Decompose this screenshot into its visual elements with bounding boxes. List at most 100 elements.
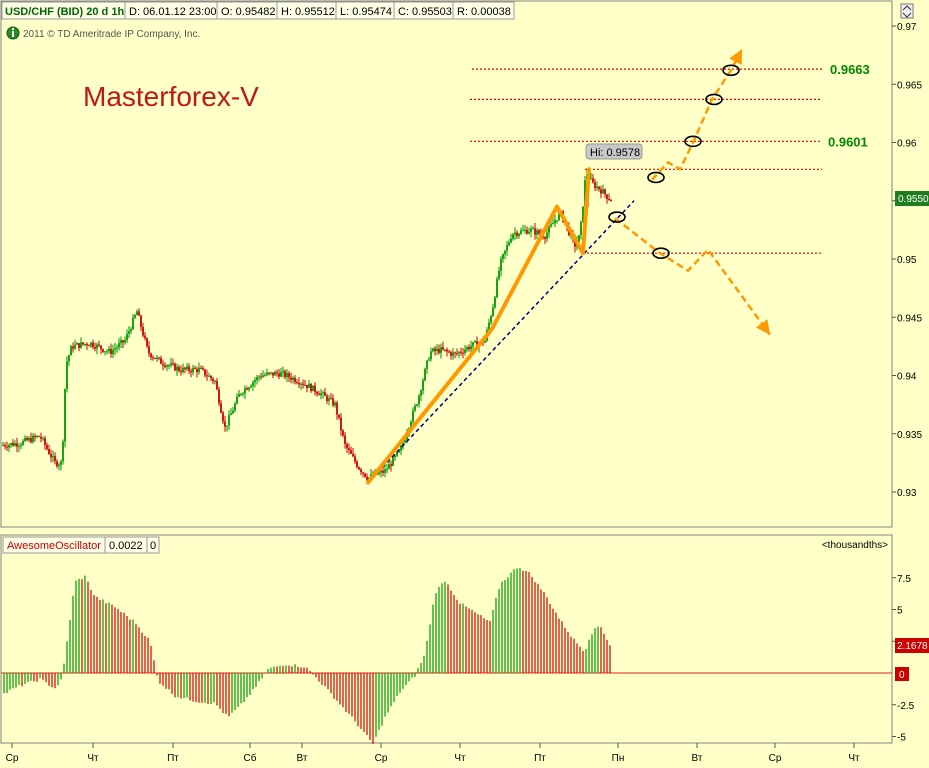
candle-body <box>164 365 166 367</box>
oscillator-axis: 7.552.5-2.5-5 <box>892 574 915 744</box>
candle-body <box>342 430 344 436</box>
header-bar: USD/CHF (BID) 20 d 1h D: 06.01.12 23:00 … <box>1 1 515 20</box>
candle-body <box>366 476 368 480</box>
candle-body <box>510 238 512 243</box>
price-tick-label: 0.96 <box>897 139 917 150</box>
oscillator-zero-tag: 0 <box>895 667 909 681</box>
candle-body <box>116 347 118 349</box>
candle-body <box>280 372 282 377</box>
candle-body <box>228 415 230 426</box>
candle-body <box>78 343 80 348</box>
candle-body <box>450 352 452 356</box>
candle-body <box>182 367 184 373</box>
time-tick-label: Чт <box>454 753 466 764</box>
candle-body <box>462 352 464 354</box>
candle-body <box>100 345 102 349</box>
symbol-label[interactable]: USD/CHF (BID) 20 d 1h <box>5 6 124 18</box>
candle-body <box>602 189 604 194</box>
candle-body <box>550 224 552 227</box>
candle-body <box>48 448 50 454</box>
candle-body <box>498 270 500 280</box>
candle-body <box>30 438 32 443</box>
candle-body <box>500 258 502 271</box>
candle-body <box>610 199 612 202</box>
candle-body <box>358 467 360 470</box>
high-label: H: 0.95512 <box>281 6 335 18</box>
candle-body <box>432 348 434 352</box>
candle-body <box>328 398 330 401</box>
candle-body <box>152 357 154 359</box>
candle-body <box>440 347 442 353</box>
candle-body <box>278 373 280 377</box>
candle-body <box>50 453 52 458</box>
level-label-mid: 0.9601 <box>828 134 868 149</box>
candle-body <box>598 186 600 190</box>
candle-body <box>282 371 284 373</box>
candle-body <box>492 307 494 317</box>
candle-body <box>338 414 340 418</box>
candle-body <box>226 425 228 427</box>
oscillator-tick-label: 5 <box>897 606 903 617</box>
scroll-control[interactable] <box>900 3 914 19</box>
candle-body <box>362 472 364 474</box>
candle-body <box>532 228 534 230</box>
candle-body <box>276 372 278 374</box>
candle-body <box>210 375 212 379</box>
candle-body <box>322 392 324 394</box>
candle-body <box>348 448 350 451</box>
candle-body <box>126 333 128 341</box>
candle-body <box>326 395 328 401</box>
candle-body <box>268 372 270 374</box>
candle-body <box>218 389 220 404</box>
candle-body <box>290 377 292 380</box>
candle-body <box>538 230 540 234</box>
candle-body <box>296 382 298 384</box>
candle-body <box>554 220 556 224</box>
candle-body <box>238 394 240 397</box>
candle-body <box>128 331 130 334</box>
candle-body <box>252 382 254 387</box>
candle-body <box>502 254 504 259</box>
candle-body <box>156 357 158 359</box>
time-tick-label: Чт <box>87 753 99 764</box>
candle-body <box>386 469 388 471</box>
time-axis: Ср Чт Пт Сб Вт Ср Чт Пт Пн Вт Ср Чт <box>6 743 860 764</box>
oscillator-name[interactable]: AwesomeOscillator <box>7 540 101 552</box>
candle-body <box>506 245 508 251</box>
candle-body <box>388 464 390 470</box>
time-tick-label: Пн <box>612 753 625 764</box>
candle-body <box>390 464 392 466</box>
candle-body <box>320 393 322 396</box>
copyright-text: 2011 © TD Ameritrade IP Company, Inc. <box>23 29 200 40</box>
candle-body <box>298 382 300 385</box>
candle-body <box>224 421 226 427</box>
candle-body <box>504 250 506 255</box>
candle-body <box>426 360 428 370</box>
hi-label: Hi: 0.9578 <box>585 143 643 160</box>
candle-body <box>12 443 14 446</box>
candle-body <box>80 342 82 348</box>
price-tick-label: 0.93 <box>897 488 917 499</box>
candle-body <box>600 189 602 194</box>
candle-body <box>526 229 528 234</box>
candle-body <box>314 385 316 392</box>
candle-body <box>196 368 198 373</box>
time-tick-label: Ср <box>375 753 388 764</box>
candle-body <box>514 232 516 235</box>
candle-body <box>4 445 6 447</box>
time-tick-label: Ср <box>769 753 782 764</box>
candle-body <box>230 413 232 416</box>
candle-body <box>110 348 112 355</box>
candle-body <box>200 367 202 369</box>
candle-body <box>516 232 518 236</box>
candle-body <box>420 390 422 396</box>
candle-body <box>424 369 426 381</box>
candle-body <box>150 353 152 358</box>
candle-body <box>74 344 76 349</box>
candle-body <box>508 242 510 246</box>
candle-body <box>344 435 346 444</box>
candle-body <box>216 380 218 390</box>
candle-body <box>206 375 208 377</box>
candle-body <box>198 367 200 373</box>
candle-body <box>286 373 288 378</box>
